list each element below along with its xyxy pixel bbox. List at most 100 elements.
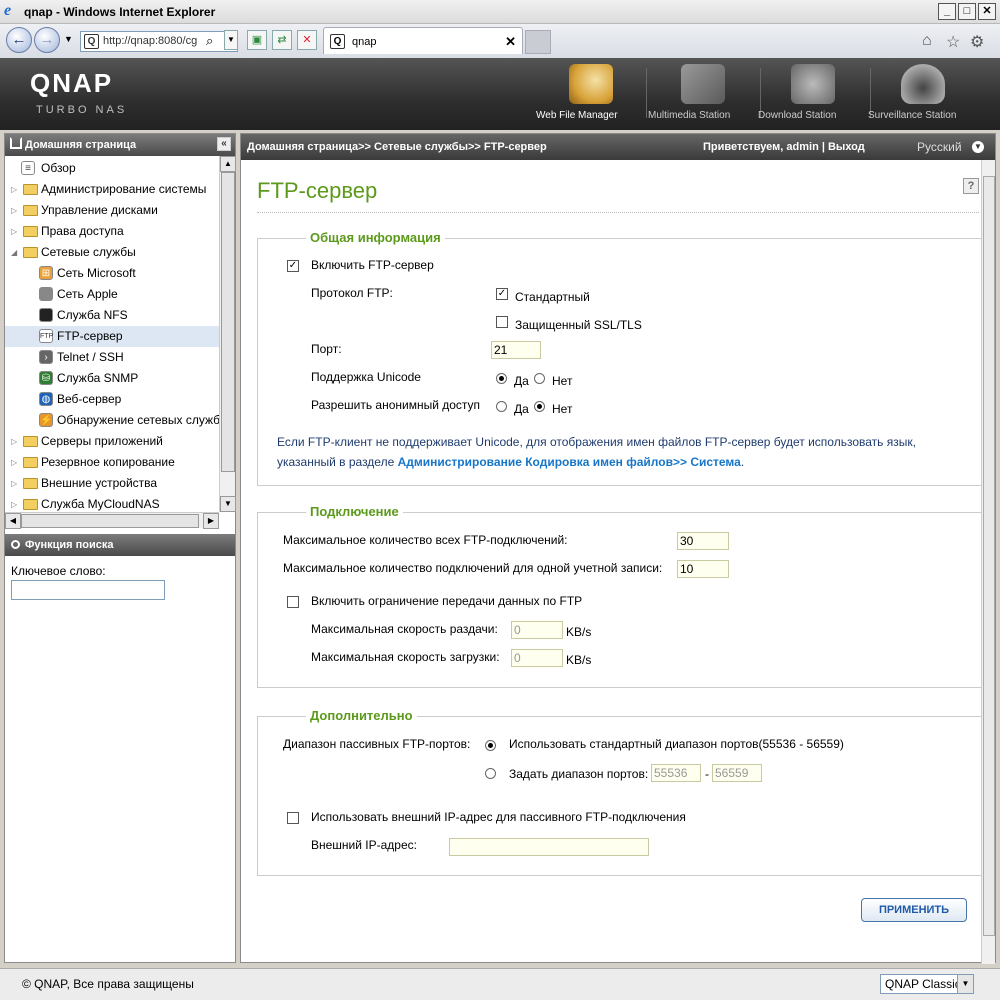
sidebar-item-disk-management[interactable]: ▷ Управление дисками	[5, 200, 219, 221]
folder-icon	[23, 184, 38, 195]
download-station-icon	[791, 64, 835, 104]
collapsed-arrow-icon[interactable]: ▷	[11, 494, 17, 512]
sidebar-item-microsoft-network[interactable]: ⊞ Сеть Microsoft	[5, 263, 219, 284]
theme-dropdown-icon[interactable]: ▼	[957, 975, 973, 993]
language-selector[interactable]: Русский	[917, 134, 962, 160]
sidebar-item-system-admin[interactable]: ▷ Администрирование системы	[5, 179, 219, 200]
max-account-label: Максимальное количество подключений для …	[283, 561, 663, 575]
history-dropdown-icon[interactable]: ▼	[64, 34, 73, 44]
collapsed-arrow-icon[interactable]: ▷	[11, 452, 17, 473]
new-tab-button[interactable]	[525, 30, 551, 54]
range-separator: -	[705, 767, 709, 781]
collapse-sidebar-icon[interactable]: «	[217, 137, 231, 151]
unicode-no-radio[interactable]	[534, 373, 545, 384]
sidebar-item-web-server[interactable]: ◍ Веб-сервер	[5, 389, 219, 410]
limit-transfer-checkbox[interactable]	[287, 596, 299, 608]
unicode-yes-radio[interactable]	[496, 373, 507, 384]
compatibility-icon[interactable]: ▣	[247, 30, 267, 50]
surveillance-camera-icon	[901, 64, 945, 104]
collapsed-arrow-icon[interactable]: ▷	[11, 200, 17, 221]
upload-speed-input[interactable]: 0	[511, 621, 563, 639]
sidebar-title: Домашняя страница	[25, 139, 137, 151]
max-account-input[interactable]: 10	[677, 560, 729, 578]
sidebar-item-apple-network[interactable]: Сеть Apple	[5, 284, 219, 305]
maximize-button[interactable]: □	[958, 3, 976, 20]
stop-icon[interactable]: ✕	[297, 30, 317, 50]
refresh-icon[interactable]: ⇄	[272, 30, 292, 50]
favorites-star-icon[interactable]: ☆	[946, 32, 960, 52]
address-dropdown-icon[interactable]: ▼	[224, 30, 238, 50]
address-text: http://qnap:8080/cg	[103, 35, 198, 47]
search-icon[interactable]: ⌕	[206, 33, 213, 49]
main-vertical-scrollbar[interactable]	[981, 160, 995, 964]
collapsed-arrow-icon[interactable]: ▷	[11, 473, 17, 494]
scrollbar-thumb[interactable]	[983, 176, 995, 936]
sidebar-item-network-services[interactable]: ◢ Сетевые службы	[5, 242, 219, 263]
anonymous-yes-radio[interactable]	[496, 401, 507, 412]
keyword-input[interactable]	[11, 580, 165, 600]
welcome-logout[interactable]: Приветствуем, admin | Выход	[703, 134, 865, 160]
tools-gear-icon[interactable]: ⚙	[970, 32, 984, 52]
theme-select[interactable]: QNAP Classic ▼	[880, 974, 974, 994]
scrollbar-thumb[interactable]	[21, 514, 199, 528]
sidebar-item-nfs-service[interactable]: Служба NFS	[5, 305, 219, 326]
download-speed-input[interactable]: 0	[511, 649, 563, 667]
sidebar-item-application-servers[interactable]: ▷ Серверы приложений	[5, 431, 219, 452]
range-from-input[interactable]: 55536	[651, 764, 701, 782]
scroll-down-icon[interactable]: ▼	[220, 496, 236, 512]
minimize-button[interactable]: _	[938, 3, 956, 20]
apply-button[interactable]: ПРИМЕНИТЬ	[861, 898, 967, 922]
scrollbar-thumb[interactable]	[221, 172, 235, 472]
custom-range-radio[interactable]	[485, 768, 496, 779]
collapsed-arrow-icon[interactable]: ▷	[11, 221, 17, 242]
sidebar-item-telnet-ssh[interactable]: › Telnet / SSH	[5, 347, 219, 368]
surveillance-station-app[interactable]: Surveillance Station	[868, 64, 978, 126]
download-station-app[interactable]: Download Station	[758, 64, 868, 126]
port-input[interactable]: 21	[491, 341, 541, 359]
sidebar-item-external-devices[interactable]: ▷ Внешние устройства	[5, 473, 219, 494]
home-icon[interactable]: ⌂	[922, 32, 932, 50]
connection-legend: Подключение	[306, 504, 403, 519]
collapsed-arrow-icon[interactable]: ▷	[11, 179, 17, 200]
max-all-input[interactable]: 30	[677, 532, 729, 550]
back-icon[interactable]: ←	[6, 27, 32, 53]
browser-tab[interactable]: Q qnap ✕	[323, 27, 523, 54]
enable-ftp-label: Включить FTP-сервер	[311, 258, 434, 272]
forward-icon[interactable]: →	[34, 27, 60, 53]
scroll-right-icon[interactable]: ▶	[203, 513, 219, 529]
sidebar-item-access-rights[interactable]: ▷ Права доступа	[5, 221, 219, 242]
sidebar-item-overview[interactable]: ≡ Обзор	[5, 158, 219, 179]
sidebar-item-backup[interactable]: ▷ Резервное копирование	[5, 452, 219, 473]
tab-close-icon[interactable]: ✕	[505, 34, 516, 50]
expanded-arrow-icon[interactable]: ◢	[11, 242, 17, 263]
external-ip-input[interactable]	[449, 838, 649, 856]
address-bar[interactable]: Q http://qnap:8080/cg	[80, 31, 238, 52]
navigation-bar: ← → ▼ Q http://qnap:8080/cg ⌕ ▼ ▣ ⇄ ✕ Q …	[0, 24, 1000, 58]
ssl-protocol-checkbox[interactable]	[496, 316, 508, 328]
web-file-manager-app[interactable]: Web File Manager	[536, 64, 646, 126]
range-to-input[interactable]: 56559	[712, 764, 762, 782]
default-range-radio[interactable]	[485, 740, 496, 751]
sidebar-item-snmp-service[interactable]: ⛁ Служба SNMP	[5, 368, 219, 389]
sidebar-item-ftp-server[interactable]: FTP FTP-сервер	[5, 326, 219, 347]
enable-ftp-checkbox[interactable]: ✓	[287, 260, 299, 272]
sidebar-item-label: FTP-сервер	[57, 329, 123, 343]
collapsed-arrow-icon[interactable]: ▷	[11, 431, 17, 452]
tree-vertical-scrollbar[interactable]: ▲ ▼	[219, 156, 236, 512]
content-area: FTP-сервер ? Общая информация ✓ Включить…	[241, 160, 981, 964]
filename-encoding-link[interactable]: Администрирование Кодировка имен файлов>…	[398, 455, 741, 469]
standard-protocol-checkbox[interactable]: ✓	[496, 288, 508, 300]
anonymous-no-radio[interactable]	[534, 401, 545, 412]
close-button[interactable]: ✕	[978, 3, 996, 20]
sidebar-item-service-discovery[interactable]: ⚡ Обнаружение сетевых служб	[5, 410, 219, 431]
scroll-up-icon[interactable]: ▲	[220, 156, 236, 172]
scroll-left-icon[interactable]: ◀	[5, 513, 21, 529]
language-dropdown-icon[interactable]: ▼	[972, 141, 984, 153]
linux-penguin-icon	[39, 308, 53, 322]
external-ip-checkbox[interactable]	[287, 812, 299, 824]
multimedia-station-app[interactable]: Multimedia Station	[648, 64, 758, 126]
sidebar-item-label: Серверы приложений	[41, 434, 163, 448]
tree-horizontal-scrollbar[interactable]: ◀ ▶	[5, 512, 219, 529]
help-icon[interactable]: ?	[963, 178, 979, 194]
sidebar-item-mycloudnas-service[interactable]: ▷ Служба MyCloudNAS	[5, 494, 219, 512]
